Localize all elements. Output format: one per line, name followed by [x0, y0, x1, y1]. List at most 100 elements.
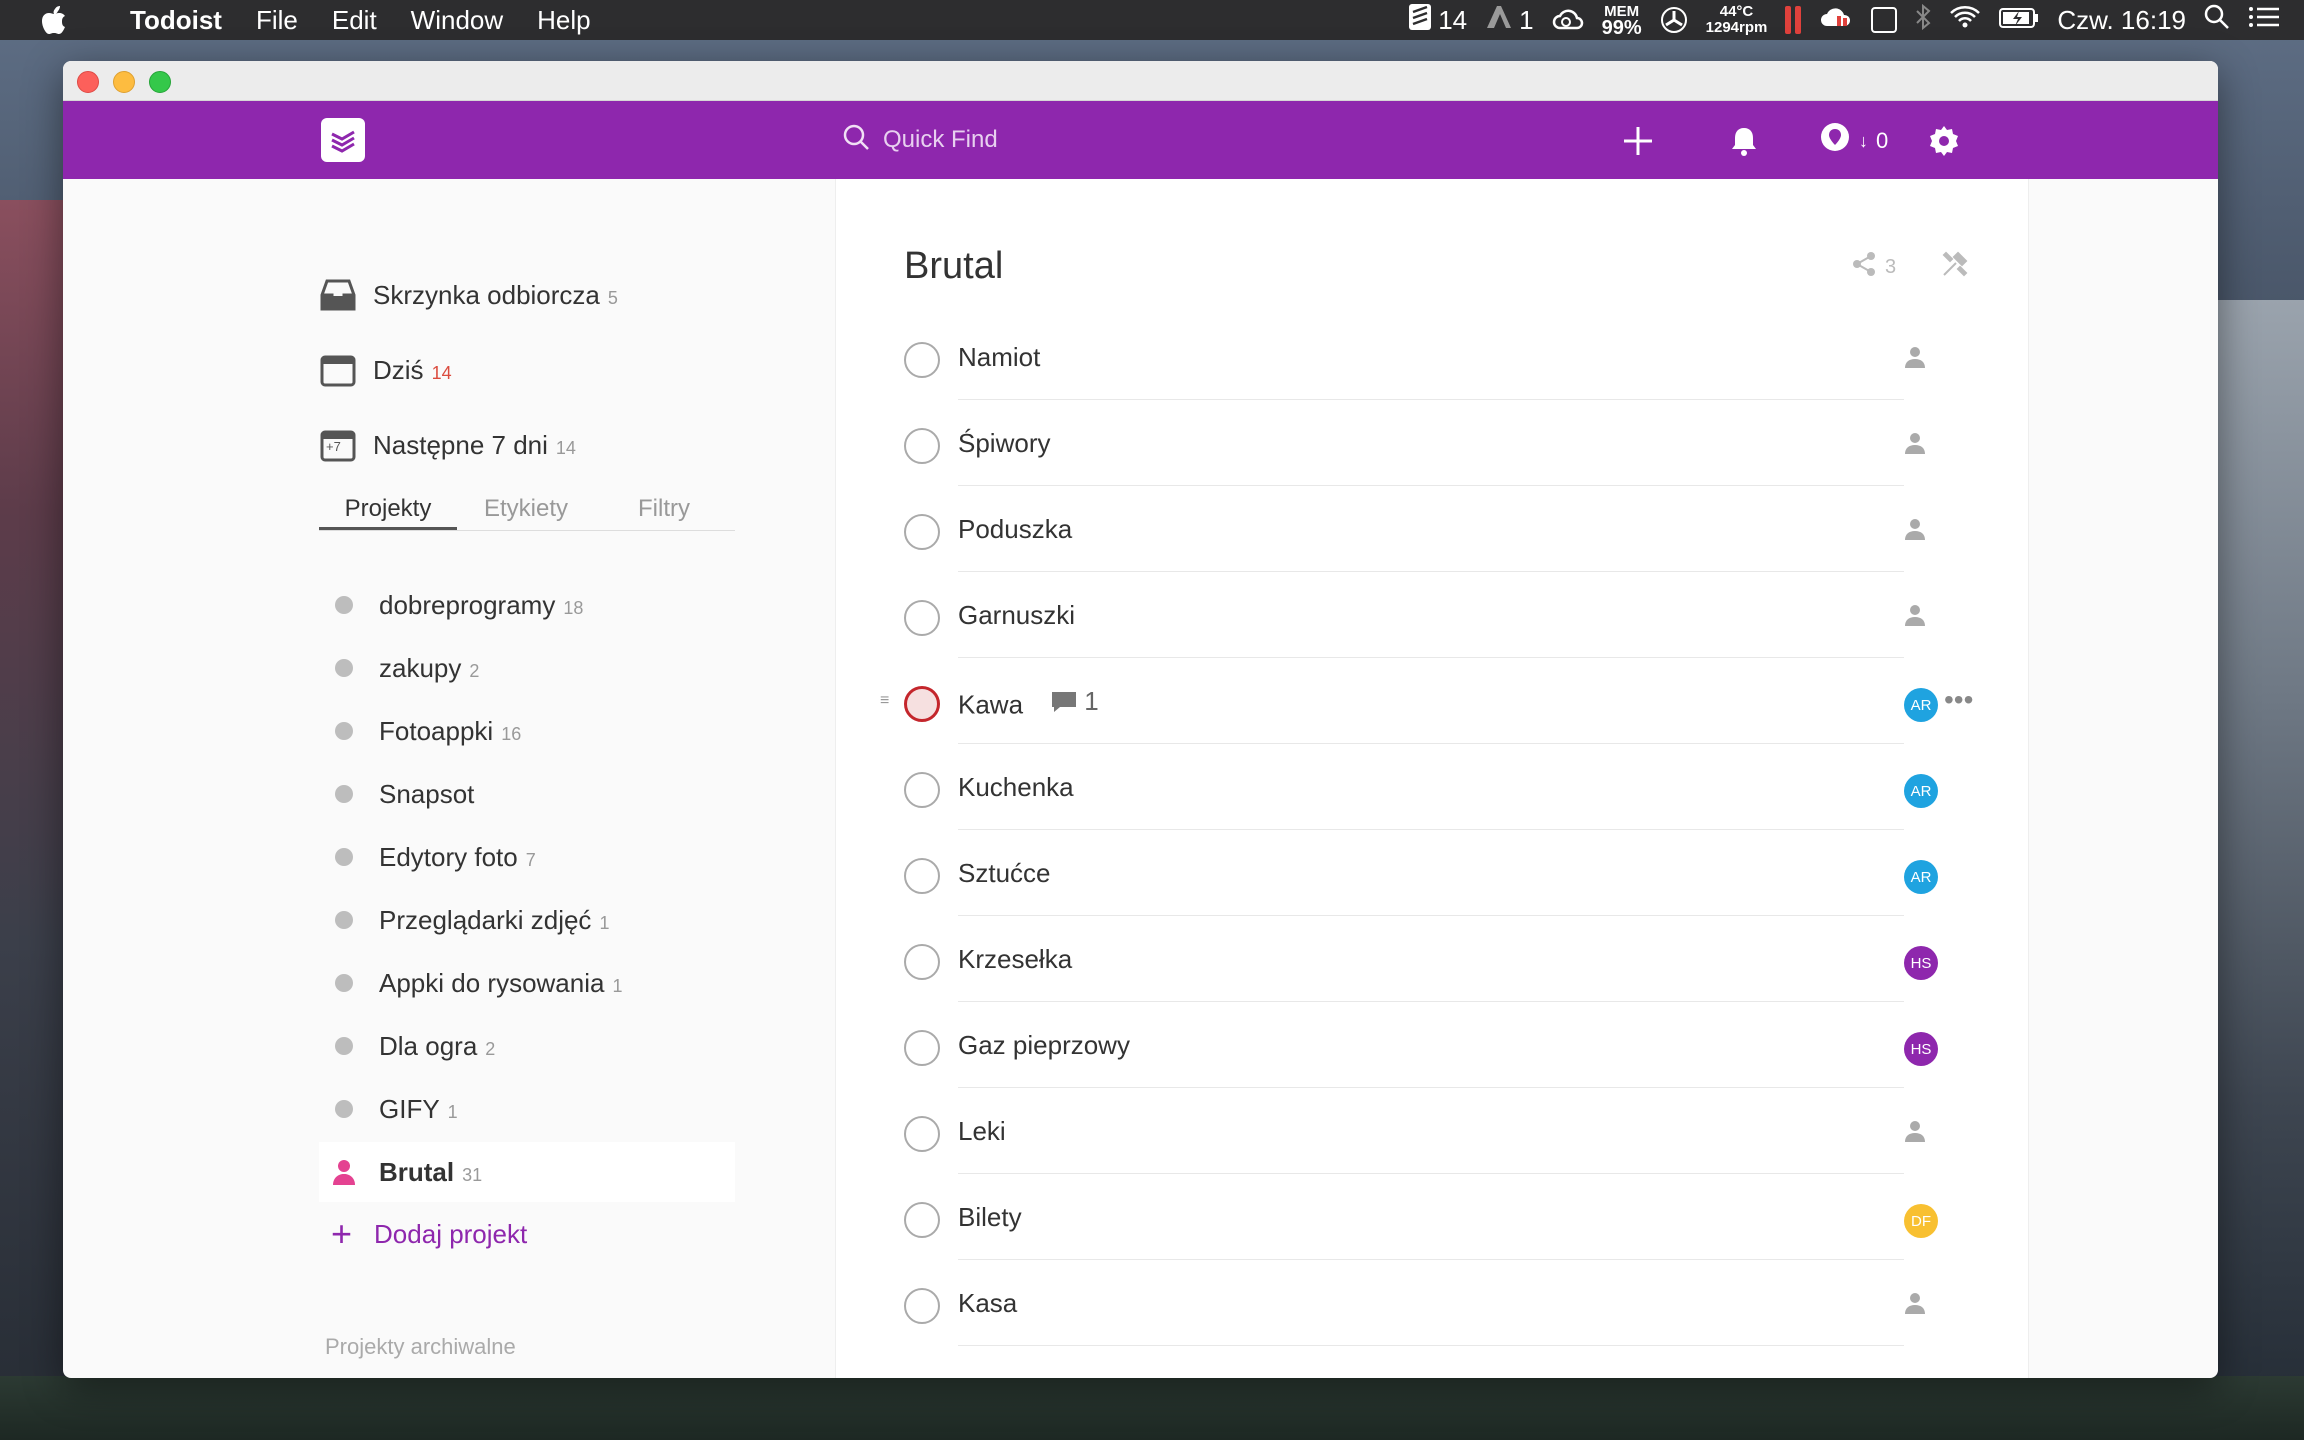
zoom-window-button[interactable] — [149, 71, 171, 93]
task-label: Leki — [958, 1116, 1006, 1146]
sidebar-project[interactable]: Fotoappki 16 — [319, 701, 735, 761]
menu-file[interactable]: File — [256, 5, 298, 36]
unassigned-person-icon[interactable] — [1904, 432, 1932, 460]
close-window-button[interactable] — [77, 71, 99, 93]
add-task-button[interactable] — [1621, 121, 1655, 161]
menubar-adobe[interactable]: 1 — [1485, 4, 1534, 37]
sidebar-project[interactable]: Edytory foto 7 — [319, 827, 735, 887]
task-checkbox[interactable] — [904, 1030, 940, 1066]
task-checkbox[interactable] — [904, 1116, 940, 1152]
add-project-button[interactable]: + Dodaj projekt — [319, 1209, 735, 1259]
minimize-window-button[interactable] — [113, 71, 135, 93]
unassigned-person-icon[interactable] — [1904, 518, 1932, 546]
task-checkbox[interactable] — [904, 1202, 940, 1238]
assignee-avatar[interactable]: HS — [1904, 946, 1938, 980]
sidebar-project[interactable]: Appki do rysowania 1 — [319, 953, 735, 1013]
bluetooth-icon[interactable] — [1915, 3, 1931, 37]
memory-chip-icon[interactable] — [1871, 7, 1898, 33]
project-actions-icon[interactable] — [1940, 249, 1970, 284]
sidebar-project-active[interactable]: Brutal 31 — [319, 1142, 735, 1202]
sidebar-project[interactable]: Dla ogra 2 — [319, 1016, 735, 1076]
assignee-avatar[interactable]: AR — [1904, 774, 1938, 808]
task-checkbox[interactable] — [904, 428, 940, 464]
karma-count: 0 — [1876, 128, 1889, 153]
sidebar-item-next-7-days[interactable]: +7 Następne 7 dni 14 — [319, 417, 576, 473]
cloud-sync-icon[interactable] — [1819, 4, 1853, 37]
sidebar-item-today[interactable]: Dziś 14 — [319, 342, 452, 398]
spotlight-search-icon[interactable] — [2204, 4, 2230, 37]
sidebar-project[interactable]: Przeglądarki zdjęć 1 — [319, 890, 735, 950]
task-comments[interactable]: 1 — [1050, 686, 1099, 717]
creative-cloud-icon[interactable] — [1552, 8, 1584, 32]
menubar-memory[interactable]: MEM 99% — [1602, 4, 1642, 39]
menu-edit[interactable]: Edit — [332, 5, 377, 36]
task-checkbox[interactable] — [904, 514, 940, 550]
notification-center-icon[interactable] — [2248, 5, 2280, 36]
sidebar-item-inbox[interactable]: Skrzynka odbiorcza 5 — [319, 267, 618, 323]
menubar-sensors[interactable]: 44°C 1294rpm — [1706, 4, 1768, 36]
fan-icon[interactable] — [1660, 6, 1688, 34]
todoist-tray-icon — [1408, 3, 1432, 38]
task-more-options-icon[interactable]: ••• — [1944, 684, 1973, 716]
window-titlebar[interactable] — [63, 61, 2218, 101]
assignee-avatar[interactable]: HS — [1904, 1032, 1938, 1066]
menu-app-name[interactable]: Todoist — [130, 5, 222, 36]
task-checkbox[interactable] — [904, 858, 940, 894]
desktop-wallpaper-right — [2214, 300, 2304, 1440]
unassigned-person-icon[interactable] — [1904, 604, 1932, 632]
task-row[interactable]: Krzesełka HS — [904, 916, 1944, 1002]
unassigned-person-icon[interactable] — [1904, 1292, 1932, 1320]
apple-icon[interactable] — [36, 2, 72, 38]
sidebar-project[interactable]: Snapsot — [319, 764, 735, 824]
sidebar-project[interactable]: zakupy 2 — [319, 638, 735, 698]
quick-find-search[interactable]: Quick Find — [841, 116, 1181, 164]
menu-help[interactable]: Help — [537, 5, 590, 36]
assignee-avatar[interactable]: DF — [1904, 1204, 1938, 1238]
project-count: 16 — [501, 723, 522, 744]
tab-projects[interactable]: Projekty — [319, 487, 457, 530]
task-row[interactable]: Gaz pieprzowy HS — [904, 1002, 1944, 1088]
menu-window[interactable]: Window — [411, 5, 503, 36]
project-color-dot — [335, 722, 353, 740]
todoist-tray-count: 14 — [1438, 4, 1468, 35]
task-row[interactable]: Garnuszki — [904, 572, 1944, 658]
notifications-bell-icon[interactable] — [1729, 121, 1759, 161]
task-row[interactable]: Kuchenka AR — [904, 744, 1944, 830]
menubar-clock[interactable]: Czw. 16:19 — [2057, 5, 2186, 36]
assignee-avatar[interactable]: AR — [1904, 860, 1938, 894]
task-row[interactable]: Sztućce AR — [904, 830, 1944, 916]
task-checkbox[interactable] — [904, 600, 940, 636]
task-checkbox[interactable] — [904, 772, 940, 808]
task-row[interactable]: Śpiwory — [904, 400, 1944, 486]
tab-filters[interactable]: Filtry — [595, 487, 733, 530]
task-row[interactable]: Leki — [904, 1088, 1944, 1174]
task-checkbox[interactable] — [904, 686, 940, 722]
task-row[interactable]: Poduszka — [904, 486, 1944, 572]
archived-projects-link[interactable]: Projekty archiwalne — [325, 1334, 516, 1360]
menubar-todoist[interactable]: 14 — [1408, 3, 1467, 38]
task-row[interactable]: Bilety DF — [904, 1174, 1944, 1260]
wifi-icon[interactable] — [1949, 5, 1981, 36]
pause-icon[interactable] — [1785, 6, 1802, 34]
task-checkbox[interactable] — [904, 1288, 940, 1324]
task-checkbox[interactable] — [904, 342, 940, 378]
task-checkbox[interactable] — [904, 944, 940, 980]
assignee-avatar[interactable]: AR — [1904, 688, 1938, 722]
battery-icon[interactable] — [1999, 5, 2039, 36]
tab-labels[interactable]: Etykiety — [457, 487, 595, 530]
project-color-dot — [335, 596, 353, 614]
task-row[interactable]: Kasa — [904, 1260, 1944, 1346]
unassigned-person-icon[interactable] — [1904, 1120, 1932, 1148]
todoist-logo-icon[interactable] — [321, 118, 365, 162]
drag-handle-icon[interactable]: ≡ — [880, 692, 889, 710]
unassigned-person-icon[interactable] — [1904, 346, 1932, 374]
settings-gear-icon[interactable] — [1927, 121, 1961, 161]
task-row-hovered[interactable]: ≡ Kawa 1 AR ••• — [880, 658, 1973, 744]
sidebar-project[interactable]: dobreprogramy 18 — [319, 575, 735, 635]
share-project-button[interactable]: 3 — [1851, 251, 1896, 283]
task-row[interactable]: Namiot — [904, 314, 1944, 400]
karma-button[interactable]: ↓ 0 — [1819, 121, 1888, 161]
today-count: 14 — [431, 362, 452, 383]
project-count: 2 — [469, 660, 480, 681]
sidebar-project[interactable]: GIFY 1 — [319, 1079, 735, 1139]
